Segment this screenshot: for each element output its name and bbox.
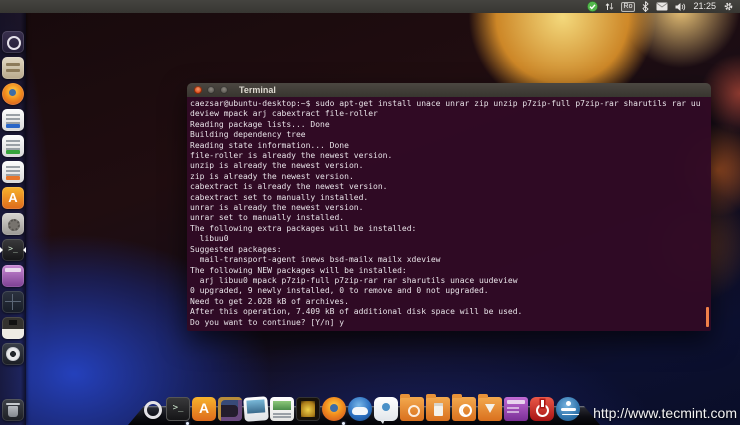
unity-launcher: A >_: [0, 13, 26, 425]
terminal-line: cabextract set to manually installed.: [190, 193, 711, 203]
running-pip-icon: [0, 247, 3, 253]
scrollbar-thumb[interactable]: [706, 307, 709, 327]
terminal-line: Need to get 2.028 kB of archives.: [190, 297, 711, 307]
launcher-item-firefox[interactable]: [2, 83, 24, 105]
clock[interactable]: 21:25: [693, 0, 716, 13]
terminal-line: cabextract is already the newest version…: [190, 182, 711, 192]
terminal-line: Reading state information... Done: [190, 141, 711, 151]
bluetooth-icon[interactable]: [642, 1, 649, 12]
terminal-output[interactable]: caezsar@ubuntu-desktop:~$ sudo apt-get i…: [187, 97, 711, 331]
terminal-line: mail-transport-agent inews bsd-mailx mai…: [190, 255, 711, 265]
launcher-item-dash-home[interactable]: [2, 31, 24, 53]
launcher-item-trash[interactable]: [2, 399, 24, 421]
updates-ok-icon[interactable]: [587, 1, 598, 12]
keyboard-layout-indicator[interactable]: Ro: [621, 2, 636, 12]
terminal-line: After this operation, 7.409 kB of additi…: [190, 307, 711, 317]
dock-item-universal-access[interactable]: [556, 397, 580, 421]
dock-item-video-player[interactable]: [504, 397, 528, 421]
dock-item-thunderbird[interactable]: [348, 397, 372, 421]
dock-item-firefox[interactable]: [322, 397, 346, 421]
terminal-line: The following NEW packages will be insta…: [190, 266, 711, 276]
terminal-line: arj libuu0 mpack p7zip-full p7zip-rar ra…: [190, 276, 711, 286]
focused-pip-icon: [23, 247, 26, 253]
mail-icon[interactable]: [656, 2, 668, 11]
terminal-line: Suggested packages:: [190, 245, 711, 255]
launcher-item-files[interactable]: [2, 57, 24, 79]
window-title: Terminal: [239, 85, 276, 95]
terminal-line: unzip is already the newest version.: [190, 161, 711, 171]
dock-item-power[interactable]: [530, 397, 554, 421]
terminal-line: libuu0: [190, 234, 711, 244]
bottom-dock: >_ A: [128, 391, 600, 425]
network-traffic-icon[interactable]: [605, 1, 614, 12]
launcher-item-libreoffice-writer[interactable]: [2, 109, 24, 131]
terminal-titlebar[interactable]: Terminal: [187, 83, 711, 97]
dock-item-libreoffice-document[interactable]: [270, 397, 294, 421]
terminal-line: file-roller is already the newest versio…: [190, 151, 711, 161]
terminal-line: The following extra packages will be ins…: [190, 224, 711, 234]
dock-item-image-gallery[interactable]: [296, 397, 320, 421]
dock-item-documents-folder[interactable]: [426, 397, 450, 421]
launcher-item-software-center[interactable]: A: [2, 187, 24, 209]
minimize-button[interactable]: [207, 86, 215, 94]
watermark: http://www.tecmint.com: [593, 405, 737, 421]
maximize-button[interactable]: [220, 86, 228, 94]
terminal-line: Building dependency tree: [190, 130, 711, 140]
volume-icon[interactable]: [675, 2, 686, 12]
launcher-item-screenshot-tool[interactable]: [2, 265, 24, 287]
terminal-line: zip is already the newest version.: [190, 172, 711, 182]
dock-item-ubuntu-home[interactable]: [140, 397, 164, 421]
launcher-item-workspace-switcher[interactable]: [2, 291, 24, 313]
terminal-line: unrar is already the newest version.: [190, 203, 711, 213]
terminal-line: Do you want to continue? [Y/n] y: [190, 318, 711, 328]
close-button[interactable]: [194, 86, 202, 94]
launcher-item-libreoffice-calc[interactable]: [2, 135, 24, 157]
terminal-line: 0 upgraded, 9 newly installed, 0 to remo…: [190, 286, 711, 296]
dock-item-recent-folder[interactable]: [452, 397, 476, 421]
desktop: Ro 21:25 A >_: [0, 0, 740, 425]
launcher-item-optical-disc[interactable]: [2, 343, 24, 365]
terminal-line: deview mpack arj cabextract file-roller: [190, 109, 711, 119]
launcher-item-system-settings[interactable]: [2, 213, 24, 235]
launcher-item-terminal[interactable]: >_: [2, 239, 24, 261]
dock-item-software-center[interactable]: A: [192, 397, 216, 421]
dock-item-terminal[interactable]: >_: [166, 397, 190, 421]
launcher-item-libreoffice-impress[interactable]: [2, 161, 24, 183]
dock-item-photo-collage[interactable]: [218, 397, 242, 421]
terminal-line: Reading package lists... Done: [190, 120, 711, 130]
launcher-item-floppy-disk[interactable]: [2, 317, 24, 339]
dock-item-photos[interactable]: [243, 396, 269, 422]
terminal-line: unrar set to manually installed.: [190, 213, 711, 223]
dock-item-downloads-folder[interactable]: [478, 397, 502, 421]
terminal-line: caezsar@ubuntu-desktop:~$ sudo apt-get i…: [190, 99, 711, 109]
session-gear-icon[interactable]: [723, 1, 734, 12]
top-panel: Ro 21:25: [0, 0, 740, 13]
terminal-window: Terminal caezsar@ubuntu-desktop:~$ sudo …: [187, 83, 711, 331]
dock-item-home-folder[interactable]: [400, 397, 424, 421]
dock-item-messenger[interactable]: [374, 397, 398, 421]
